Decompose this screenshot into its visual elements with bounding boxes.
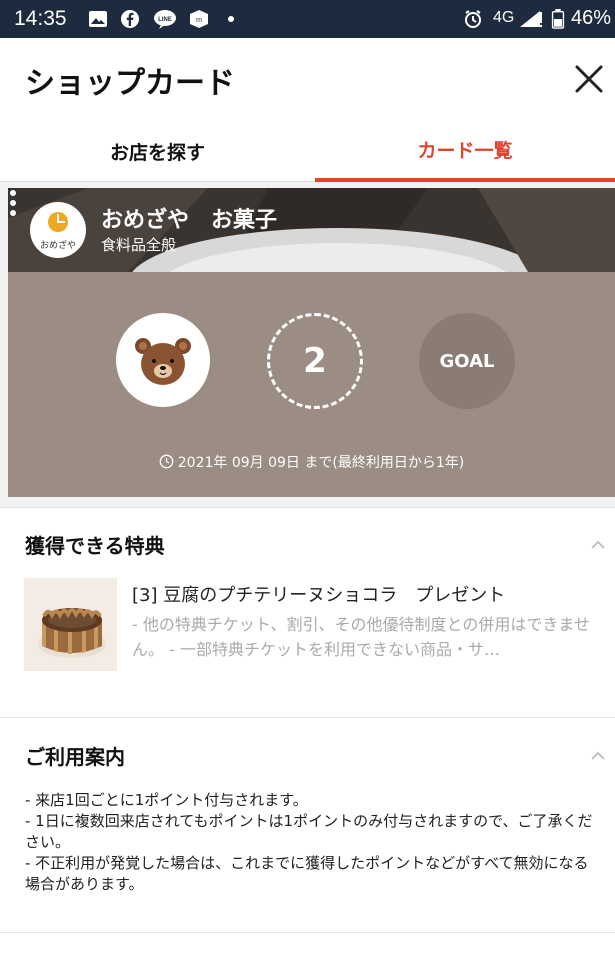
info-line: - 1日に複数回来店されてもポイントは1ポイントのみ付与されますので、ご了承くだ… — [25, 812, 593, 851]
clock-icon — [159, 454, 174, 469]
battery-percent: 46% — [571, 7, 612, 29]
line-icon: LINE — [154, 10, 176, 29]
benefits-heading: 獲得できる特典 — [25, 534, 165, 558]
card-cover-image — [8, 188, 615, 272]
more-notifications-dot — [228, 16, 234, 22]
shop-logo-text: おめざや — [40, 239, 76, 251]
usage-info-text: - 来店1回ごとに1ポイント付与されます。 - 1日に複数回来店されてもポイント… — [25, 790, 600, 895]
network-type: 4G — [493, 9, 515, 26]
card-header: おめざや おめざや お菓子 食料品全般 — [8, 188, 615, 272]
divider — [0, 932, 615, 933]
svg-text:m: m — [196, 17, 202, 24]
chevron-up-icon[interactable] — [590, 540, 606, 550]
bear-icon — [135, 338, 191, 385]
goal-stamp: GOAL — [419, 313, 515, 409]
points-counter: 2 — [267, 313, 363, 409]
page-title: ショップカード — [25, 66, 235, 101]
usage-info-heading: ご利用案内 — [25, 745, 125, 769]
gallery-icon — [89, 11, 107, 27]
facebook-icon — [121, 10, 139, 28]
app-notification-icon: m — [190, 10, 208, 28]
divider — [0, 507, 615, 508]
more-options-icon[interactable] — [8, 188, 18, 218]
signal-icon — [520, 11, 543, 28]
expiry-text: 2021年 09月 09日 まで(最終利用日から1年) — [177, 455, 465, 471]
card-area: おめざや おめざや お菓子 食料品全般 2 GOAL 2021年 09月 09日… — [0, 182, 615, 507]
close-icon[interactable] — [570, 60, 608, 98]
alarm-icon — [465, 10, 481, 28]
info-line: - 来店1回ごとに1ポイント付与されます。 — [25, 791, 308, 809]
svg-text:LINE: LINE — [158, 17, 172, 23]
tab-find-shop[interactable]: お店を探す — [0, 120, 315, 182]
shop-logo: おめざや — [30, 202, 86, 258]
shop-name: おめざや お菓子 — [101, 208, 278, 233]
shop-card[interactable]: おめざや おめざや お菓子 食料品全般 2 GOAL 2021年 09月 09日… — [8, 188, 615, 497]
tab-card-list[interactable]: カード一覧 — [315, 120, 615, 182]
status-bar: 14:35 LINE m 4G 46% — [0, 0, 615, 38]
info-line: - 不正利用が発覚した場合は、これまでに獲得したポイントなどがすべて無効になる場… — [25, 854, 589, 893]
divider — [0, 717, 615, 718]
shop-category: 食料品全般 — [101, 236, 177, 254]
battery-icon — [551, 9, 565, 29]
tab-bar: お店を探す カード一覧 — [0, 120, 615, 182]
expiry-row: 2021年 09月 09日 まで(最終利用日から1年) — [8, 452, 615, 472]
status-time: 14:35 — [14, 7, 67, 30]
benefit-description: - 他の特典チケット、割引、その他優待制度との併用はできません。 - 一部特典チ… — [132, 615, 590, 659]
chevron-up-icon[interactable] — [590, 751, 606, 761]
stamp-collected — [116, 313, 210, 407]
benefit-title[interactable]: [3] 豆腐のプチテリーヌショコラ プレゼント — [132, 581, 505, 607]
benefit-image — [24, 578, 117, 671]
